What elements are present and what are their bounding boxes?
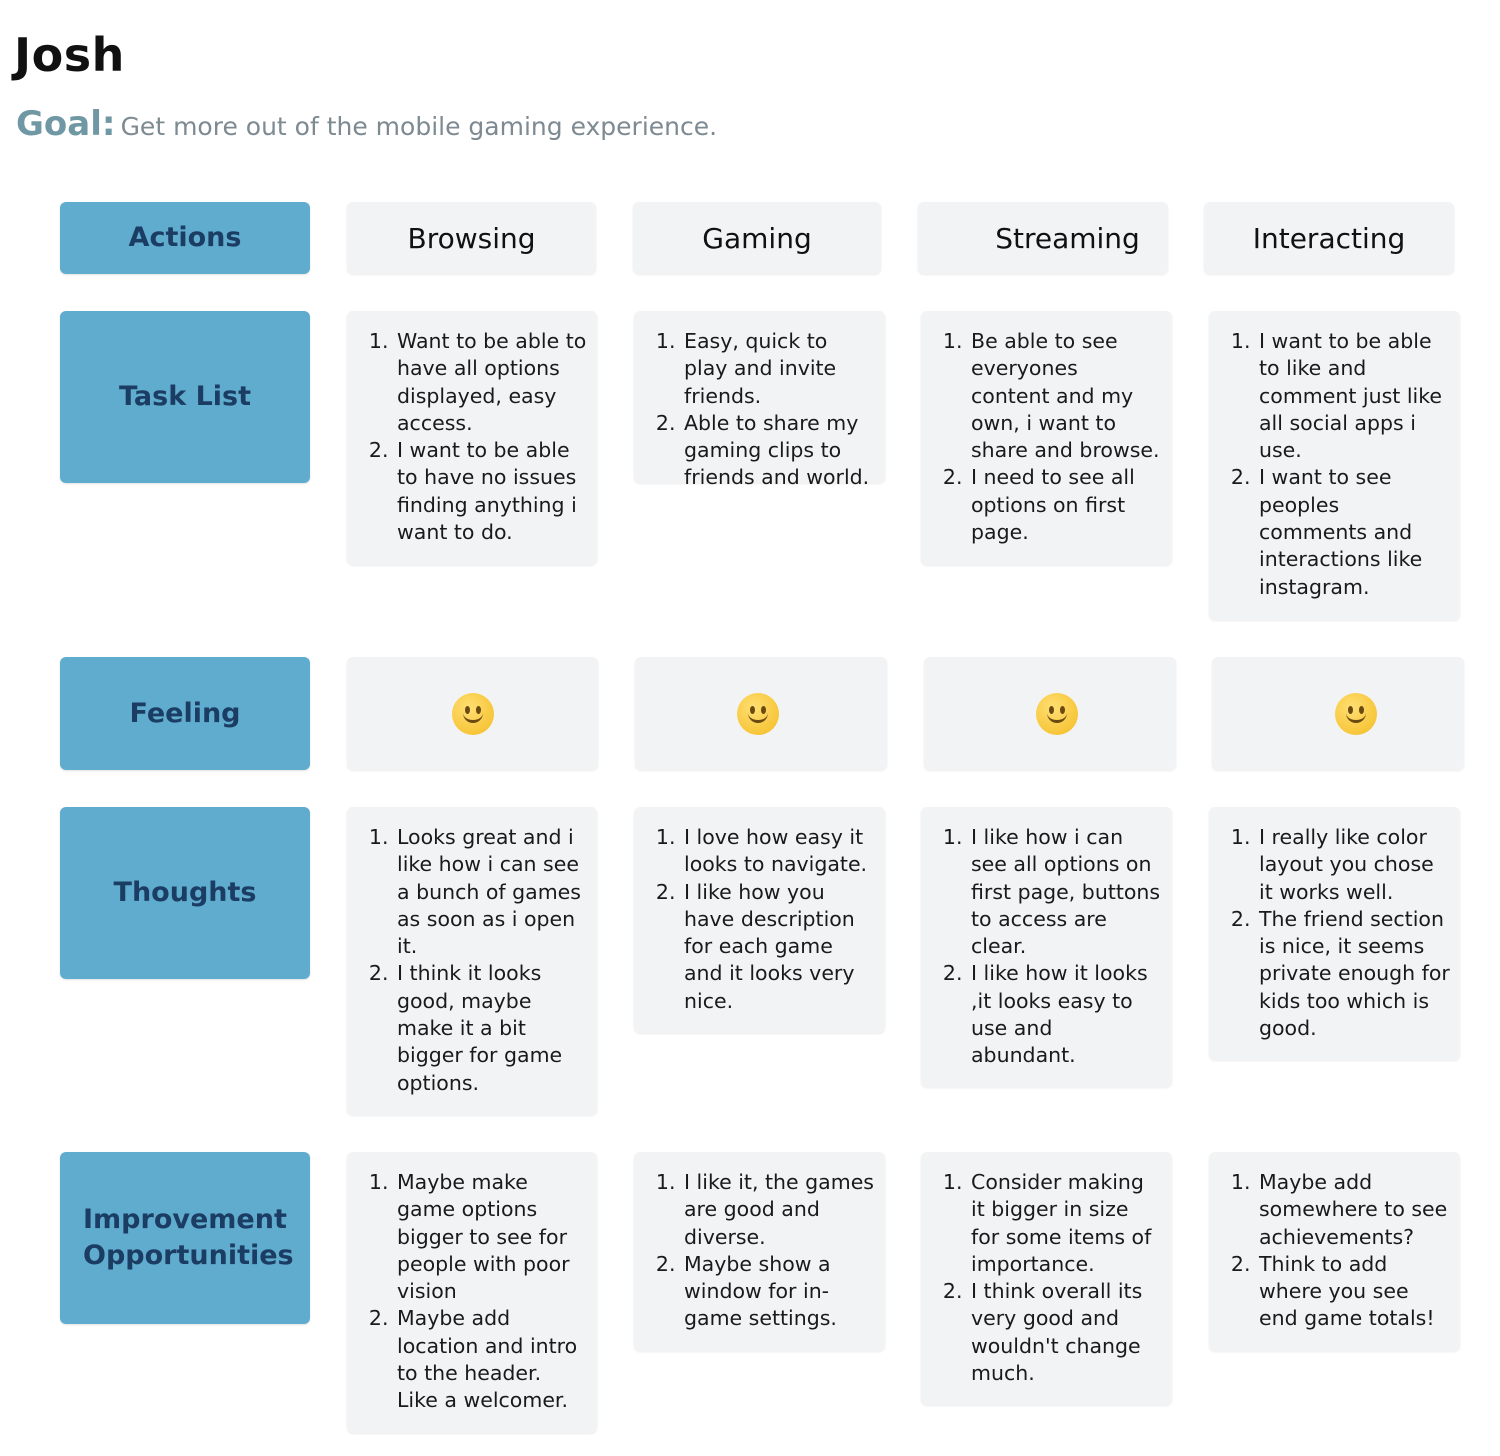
list-item: Maybe show a window for in-game settings…: [682, 1251, 875, 1333]
feeling-card-interacting: [1212, 657, 1464, 770]
row-label-improvement-text: Improvement Opportunities: [83, 1204, 294, 1271]
goal-line: Goal: Get more out of the mobile gaming …: [16, 104, 717, 144]
row-label-task-list: Task List: [60, 311, 310, 483]
improvement-card-interacting: Maybe add somewhere to see achievements?…: [1209, 1152, 1460, 1351]
feeling-card-streaming: [924, 657, 1176, 770]
task-list: Want to be able to have all options disp…: [347, 311, 597, 546]
smiley-face-icon: [737, 692, 779, 735]
improvement-card-gaming: I like it, the games are good and divers…: [634, 1152, 885, 1351]
row-label-thoughts-text: Thoughts: [113, 877, 257, 908]
row-label-feeling: Feeling: [60, 657, 310, 770]
list-item: Want to be able to have all options disp…: [395, 328, 587, 437]
thoughts-card-streaming: I like how i can see all options on firs…: [921, 807, 1172, 1087]
thoughts-list: I really like color layout you chose it …: [1209, 807, 1460, 1042]
persona-name: Josh: [14, 28, 125, 82]
stage-header-interacting: Interacting: [1204, 202, 1454, 274]
list-item: I want to be able to have no issues find…: [395, 437, 587, 546]
task-list: Be able to see everyones content and my …: [921, 311, 1172, 546]
stage-header-text: Gaming: [702, 221, 812, 255]
feeling-card-browsing: [347, 657, 598, 770]
row-label-feeling-text: Feeling: [129, 697, 241, 729]
task-list-card-browsing: Want to be able to have all options disp…: [347, 311, 597, 565]
smiley-face-icon: [451, 692, 494, 735]
thoughts-list: I love how easy it looks to navigate. I …: [634, 807, 885, 1015]
list-item: I like how it looks ,it looks easy to us…: [969, 960, 1162, 1069]
list-item: I want to see peoples comments and inter…: [1257, 464, 1450, 600]
list-item: I really like color layout you chose it …: [1257, 824, 1450, 906]
thoughts-card-gaming: I love how easy it looks to navigate. I …: [634, 807, 885, 1033]
improvement-card-streaming: Consider making it bigger in size for so…: [921, 1152, 1172, 1405]
list-item: Maybe make game options bigger to see fo…: [395, 1169, 587, 1305]
list-item: I love how easy it looks to navigate.: [682, 824, 875, 879]
stage-header-text: Interacting: [1252, 221, 1406, 255]
list-item: Looks great and i like how i can see a b…: [395, 824, 587, 960]
smiley-face-icon: [1035, 692, 1078, 735]
row-label-actions: Actions: [60, 202, 310, 274]
list-item: I need to see all options on first page.: [969, 464, 1162, 546]
list-item: I like how you have description for each…: [682, 879, 875, 1015]
list-item: Think to add where you see end game tota…: [1257, 1251, 1450, 1333]
row-label-task-list-text: Task List: [118, 381, 252, 412]
improvement-list: Consider making it bigger in size for so…: [921, 1152, 1172, 1387]
list-item: I like how i can see all options on firs…: [969, 824, 1162, 960]
goal-text: Get more out of the mobile gaming experi…: [120, 112, 718, 141]
goal-label: Goal:: [16, 104, 116, 144]
list-item: I like it, the games are good and divers…: [682, 1169, 875, 1251]
task-list-card-interacting: I want to be able to like and comment ju…: [1209, 311, 1460, 620]
feeling-card-gaming: [635, 657, 887, 770]
task-list: Easy, quick to play and invite friends. …: [634, 311, 885, 492]
list-item: The friend section is nice, it seems pri…: [1257, 906, 1450, 1042]
list-item: Maybe add somewhere to see achievements?: [1257, 1169, 1450, 1251]
improvement-list: Maybe make game options bigger to see fo…: [347, 1152, 597, 1415]
stage-header-gaming: Gaming: [633, 202, 881, 274]
list-item: Easy, quick to play and invite friends.: [682, 328, 875, 410]
improvement-card-browsing: Maybe make game options bigger to see fo…: [347, 1152, 597, 1433]
list-item: I think overall its very good and wouldn…: [969, 1278, 1162, 1387]
list-item: Consider making it bigger in size for so…: [969, 1169, 1162, 1278]
stage-header-text: Streaming: [995, 221, 1140, 255]
row-label-improvement: Improvement Opportunities: [60, 1152, 310, 1324]
task-list-card-gaming: Easy, quick to play and invite friends. …: [634, 311, 885, 489]
stage-header-streaming: Streaming: [918, 202, 1168, 274]
stage-header-text: Browsing: [407, 221, 536, 255]
improvement-list: Maybe add somewhere to see achievements?…: [1209, 1152, 1460, 1333]
row-label-actions-text: Actions: [128, 222, 242, 253]
improvement-list: I like it, the games are good and divers…: [634, 1152, 885, 1333]
smiley-face-icon: [1335, 692, 1377, 735]
thoughts-list: Looks great and i like how i can see a b…: [347, 807, 597, 1097]
thoughts-card-interacting: I really like color layout you chose it …: [1209, 807, 1460, 1060]
list-item: Able to share my gaming clips to friends…: [682, 410, 875, 492]
thoughts-card-browsing: Looks great and i like how i can see a b…: [347, 807, 597, 1115]
list-item: Be able to see everyones content and my …: [969, 328, 1162, 464]
task-list-card-streaming: Be able to see everyones content and my …: [921, 311, 1172, 565]
list-item: I want to be able to like and comment ju…: [1257, 328, 1450, 464]
thoughts-list: I like how i can see all options on firs…: [921, 807, 1172, 1070]
task-list: I want to be able to like and comment ju…: [1209, 311, 1460, 601]
stage-header-browsing: Browsing: [347, 202, 596, 274]
row-label-thoughts: Thoughts: [60, 807, 310, 979]
list-item: Maybe add location and intro to the head…: [395, 1305, 587, 1414]
list-item: I think it looks good, maybe make it a b…: [395, 960, 587, 1096]
